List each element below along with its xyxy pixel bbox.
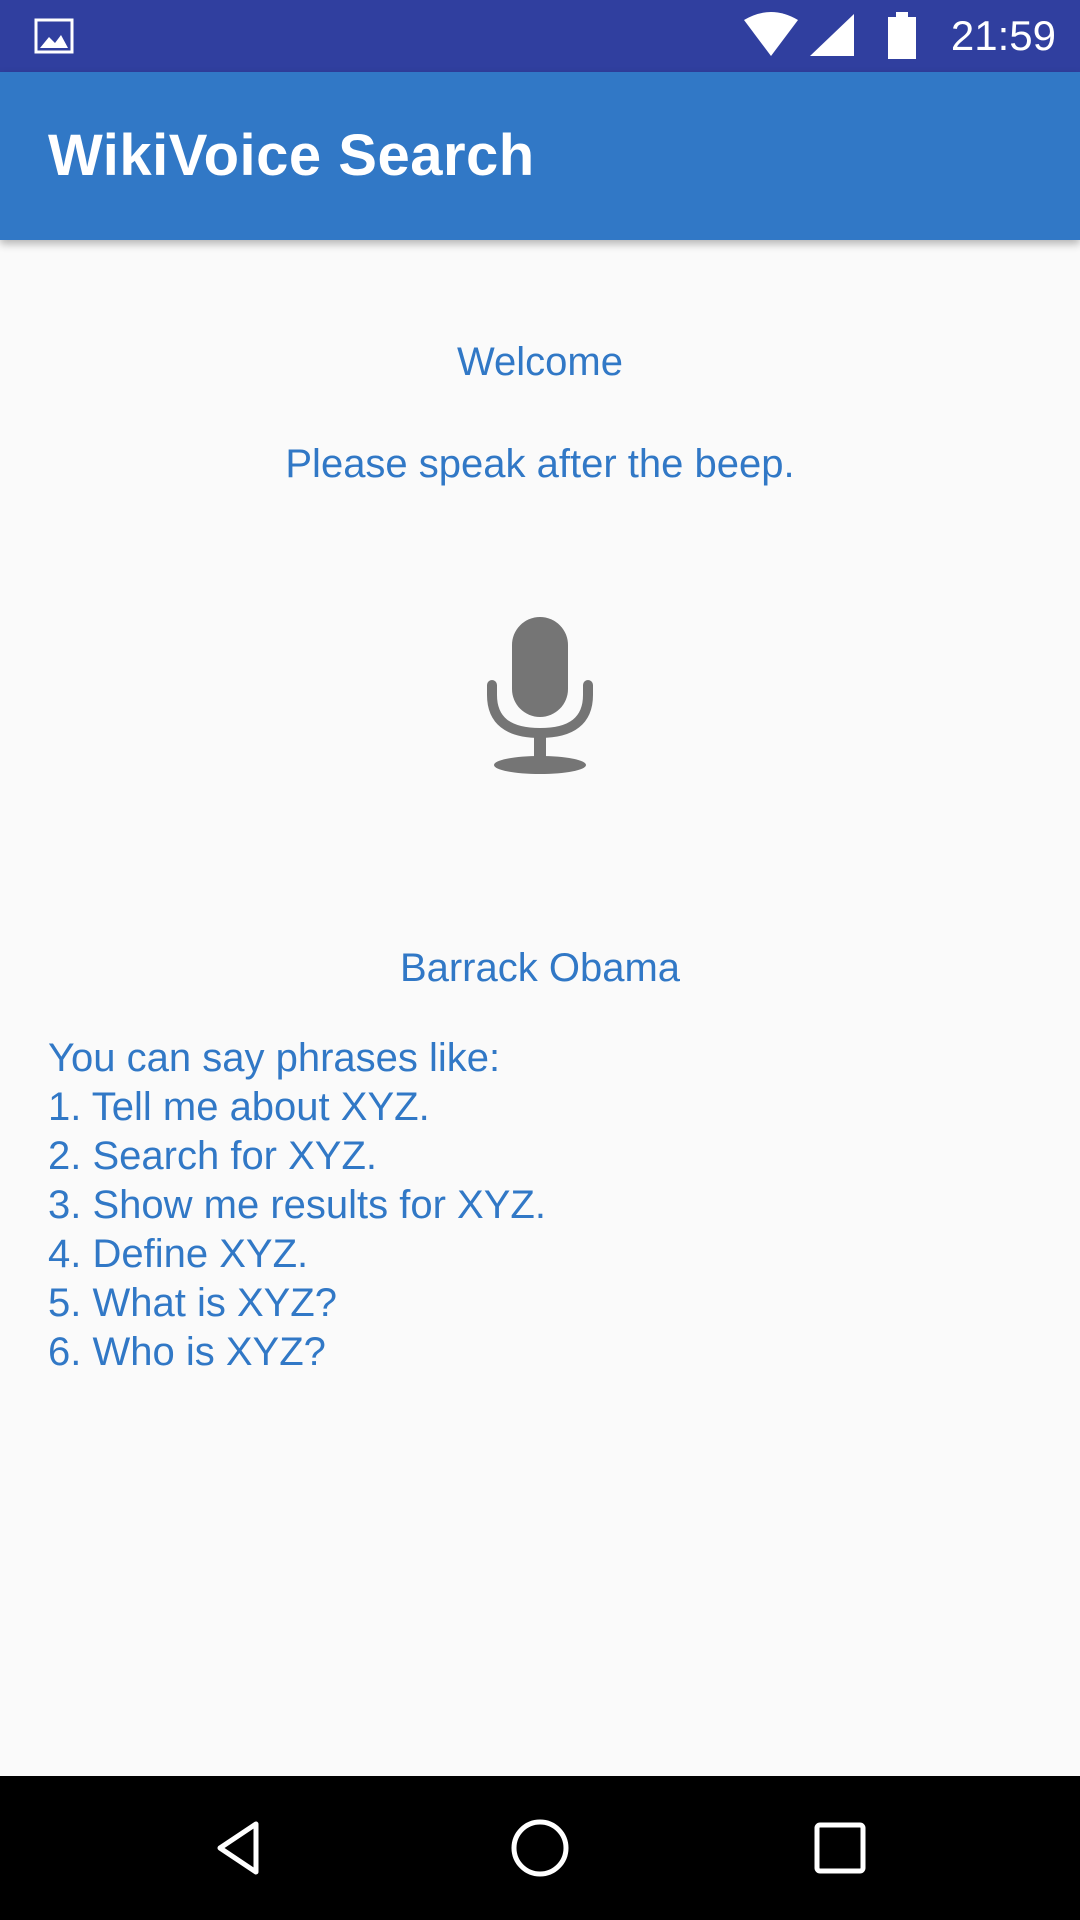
status-clock: 21:59 [950, 12, 1056, 59]
cell-signal-icon [810, 14, 854, 56]
app-bar: WikiVoice Search [0, 72, 1080, 240]
app-title: WikiVoice Search [48, 123, 535, 188]
status-bar: 21:59 [0, 0, 1080, 72]
back-icon [217, 1821, 259, 1875]
microphone-button[interactable] [470, 610, 610, 780]
welcome-text: Welcome [457, 340, 623, 384]
phrase-hint-item: 2. Search for XYZ. [48, 1134, 378, 1178]
phrase-hints-heading: You can say phrases like: [48, 1036, 501, 1080]
phrase-hint-item: 4. Define XYZ. [48, 1232, 309, 1276]
home-button[interactable] [500, 1808, 580, 1888]
recognized-text: Barrack Obama [399, 946, 681, 990]
phrase-hint-item: 3. Show me results for XYZ. [48, 1183, 546, 1227]
navigation-bar [0, 1776, 1080, 1920]
main-content: Welcome Please speak after the beep. Bar… [0, 240, 1080, 1776]
phrase-hint-item: 1. Tell me about XYZ. [48, 1085, 430, 1129]
recents-button[interactable] [800, 1808, 880, 1888]
home-icon [511, 1819, 569, 1877]
prompt-text: Please speak after the beep. [285, 442, 795, 486]
image-notification-icon [34, 18, 74, 54]
recents-icon [814, 1822, 866, 1874]
phrase-hint-item: 6. Who is XYZ? [48, 1330, 326, 1374]
back-button[interactable] [200, 1808, 280, 1888]
microphone-icon [487, 617, 593, 774]
wifi-icon [744, 12, 798, 56]
phrase-hints: You can say phrases like: 1. Tell me abo… [48, 1034, 1028, 1377]
battery-icon [888, 12, 916, 59]
phrase-hint-item: 5. What is XYZ? [48, 1281, 337, 1325]
app-screen: 21:59 WikiVoice Search Welcome Please sp… [0, 0, 1080, 1920]
